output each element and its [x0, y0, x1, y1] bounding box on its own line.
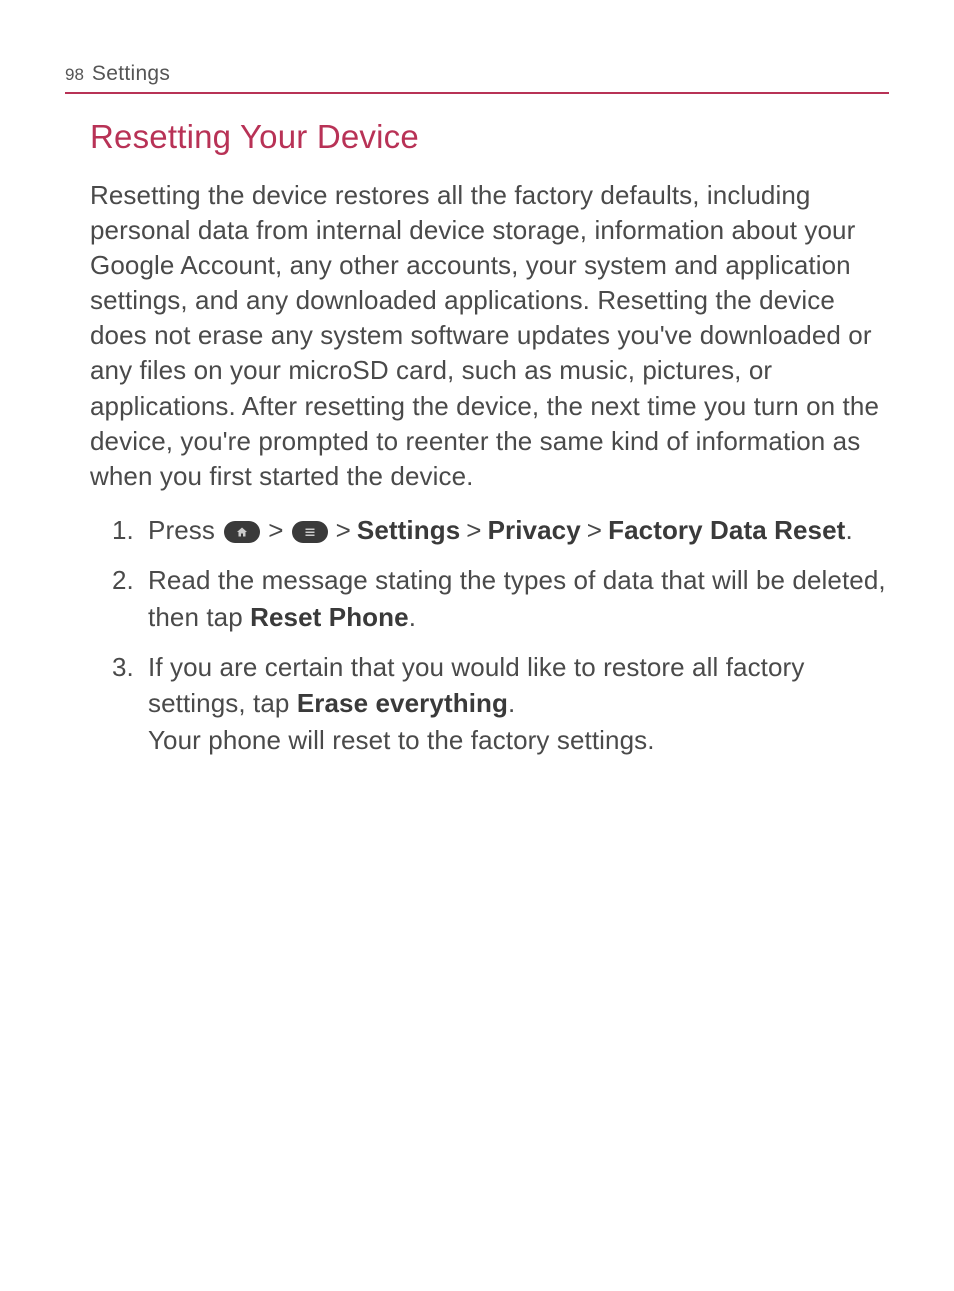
- steps-list: 1. Press >>Settings>Privacy>Factory Data…: [90, 512, 889, 758]
- intro-paragraph: Resetting the device restores all the fa…: [90, 178, 889, 494]
- separator: >: [466, 512, 481, 548]
- step-bold: Reset Phone: [250, 602, 409, 632]
- page-title: Resetting Your Device: [90, 118, 889, 156]
- step-bold: Settings: [357, 515, 460, 545]
- step-text-after: .: [508, 688, 515, 718]
- step-number: 3.: [112, 649, 134, 685]
- step-number: 1.: [112, 512, 134, 548]
- menu-button-icon: [292, 521, 328, 543]
- section-name: Settings: [92, 62, 170, 86]
- page-header: 98 Settings: [65, 62, 889, 94]
- separator: >: [587, 512, 602, 548]
- separator: >: [268, 512, 283, 548]
- step-number: 2.: [112, 562, 134, 598]
- step-line2: Your phone will reset to the factory set…: [148, 725, 655, 755]
- separator: >: [336, 512, 351, 548]
- page-number: 98: [65, 65, 84, 85]
- step-bold: Factory Data Reset: [608, 515, 845, 545]
- home-button-icon: [224, 521, 260, 543]
- step-bold: Erase everything: [297, 688, 508, 718]
- step-bold: Privacy: [488, 515, 581, 545]
- step-3: 3. If you are certain that you would lik…: [110, 649, 889, 758]
- content-area: Resetting Your Device Resetting the devi…: [90, 118, 889, 772]
- step-1: 1. Press >>Settings>Privacy>Factory Data…: [110, 512, 889, 548]
- step-text-prefix: Press: [148, 515, 222, 545]
- step-text-after: .: [409, 602, 416, 632]
- step-text-suffix: .: [845, 515, 852, 545]
- step-2: 2. Read the message stating the types of…: [110, 562, 889, 635]
